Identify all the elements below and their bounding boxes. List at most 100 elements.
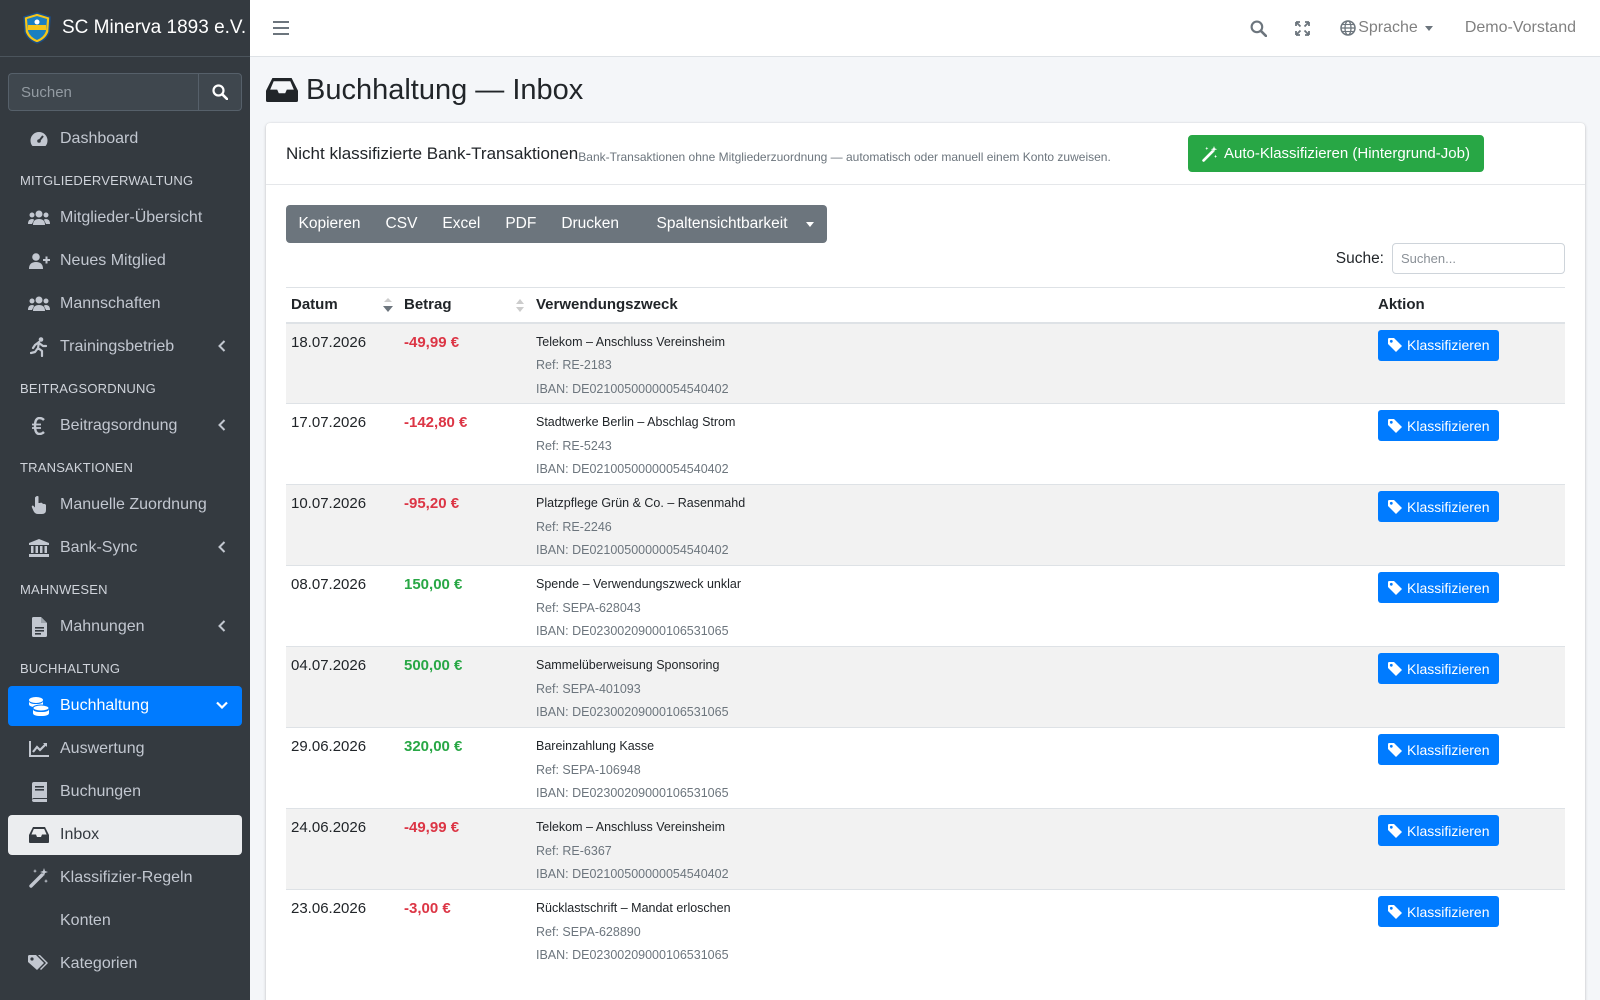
sidebar-item-teams[interactable]: Mannschaften — [8, 284, 242, 324]
table-search: Suche: — [1336, 243, 1565, 274]
sidebar-item-fee-order[interactable]: Beitragsordnung — [8, 406, 242, 446]
sidebar-item-bank-sync[interactable]: Bank-Sync — [8, 528, 242, 568]
classify-button[interactable]: Klassifizieren — [1378, 896, 1500, 927]
cell-amount: -49,99 € — [399, 808, 531, 890]
purpose-iban: IBAN: DE02300209000106531065 — [536, 624, 729, 638]
classify-button[interactable]: Klassifizieren — [1378, 410, 1500, 441]
tag-icon-wrap — [1388, 580, 1402, 595]
cell-date: 17.07.2026 — [286, 403, 399, 485]
tag-icon — [1388, 661, 1402, 676]
sidebar-item-new-member[interactable]: Neues Mitglied — [8, 241, 242, 281]
chart-line-icon — [28, 739, 50, 759]
cell-amount: -142,80 € — [399, 403, 531, 485]
sidebar-search-button[interactable] — [198, 73, 242, 111]
csv-button[interactable]: CSV — [373, 205, 430, 243]
university-icon — [28, 538, 50, 558]
classify-button[interactable]: Klassifizieren — [1378, 491, 1500, 522]
club-logo-icon — [23, 12, 51, 44]
tag-icon — [1388, 418, 1402, 433]
sidebar-item-bookings[interactable]: Buchungen — [8, 772, 242, 812]
sidebar-item-label: Bank-Sync — [60, 539, 138, 556]
caret-down-icon — [1424, 25, 1433, 31]
sidebar-item-label: Inbox — [60, 826, 100, 843]
purpose-ref: Ref: RE-5243 — [536, 438, 612, 453]
table-row: 04.07.2026 500,00 € Sammelüberweisung Spon… — [286, 646, 1565, 728]
cell-action: Klassifizieren — [1373, 727, 1565, 809]
main-content: Buchhaltung — Inbox Nicht klassifizierte… — [250, 57, 1600, 1000]
purpose-iban: IBAN: DE02300209000106531065 — [536, 705, 729, 719]
sidebar-item-training[interactable]: Trainingsbetrieb — [8, 327, 242, 367]
user-menu[interactable]: Demo-Vorstand — [1465, 19, 1576, 37]
hand-pointer-icon — [28, 495, 50, 515]
classify-button[interactable]: Klassifizieren — [1378, 653, 1500, 684]
classify-button[interactable]: Klassifizieren — [1378, 329, 1500, 361]
classify-button[interactable]: Klassifizieren — [1378, 734, 1500, 765]
purpose-ref: Ref: RE-2183 — [536, 358, 612, 372]
pdf-button[interactable]: PDF — [493, 205, 549, 243]
column-visibility-button[interactable]: Spaltensichtbarkeit — [632, 205, 827, 243]
classify-button[interactable]: Klassifizieren — [1378, 815, 1500, 846]
sidebar-item-manual-assign[interactable]: Manuelle Zuordnung — [8, 485, 242, 525]
sidebar-item-members-overview[interactable]: Mitglieder-Übersicht — [8, 198, 242, 238]
column-header-amount[interactable]: Betrag — [399, 287, 531, 324]
brand-link[interactable]: SC Minerva 1893 e.V. — [0, 0, 250, 57]
column-header-label: Datum — [291, 296, 338, 314]
sidebar-item-accounts[interactable]: Konten — [8, 901, 242, 941]
navbar-search-button[interactable] — [1250, 20, 1268, 37]
chevron-left-icon — [218, 419, 226, 431]
tag-icon-wrap — [1388, 338, 1402, 352]
sidebar-item-reminders[interactable]: Mahnungen — [8, 607, 242, 647]
table-row: 18.07.2026 -49,99 € Telekom – Anschluss Ve… — [286, 322, 1565, 404]
expand-arrows-icon — [1295, 20, 1311, 36]
nav-header-transactions: Transaktionen — [20, 459, 134, 475]
table-search-input[interactable] — [1392, 243, 1565, 274]
sidebar-item-accounting[interactable]: Buchhaltung — [8, 686, 242, 726]
language-dropdown[interactable]: Sprache — [1340, 19, 1433, 37]
classify-button[interactable]: Klassifizieren — [1378, 572, 1500, 603]
table-row: 24.06.2026 -49,99 € Telekom – Anschluss Ve… — [286, 808, 1565, 890]
sidebar-search-input[interactable] — [8, 73, 198, 111]
purpose-text: Sammelüberweisung Sponsoring — [536, 658, 720, 672]
sidebar-item-label: Manuelle Zuordnung — [60, 496, 207, 513]
purpose-text: Rücklastschrift – Mandat erloschen — [536, 901, 731, 915]
table-row: 29.06.2026 320,00 € Bareinzahlung Kasse Ref… — [286, 727, 1565, 809]
cell-purpose: Telekom – Anschluss Vereinsheim Ref: RE-2… — [531, 322, 1373, 404]
classify-label: Klassifizieren — [1407, 498, 1490, 515]
brand-text: SC Minerva 1893 e.V. — [62, 17, 247, 38]
export-button-group: Kopieren CSV Excel PDF Drucken Spaltensi… — [286, 205, 827, 243]
tag-icon-wrap — [1388, 418, 1402, 433]
chevron-down-icon — [216, 701, 228, 709]
tag-icon-wrap — [1388, 823, 1402, 838]
column-header-date[interactable]: Datum — [286, 287, 399, 324]
sidebar-item-evaluation[interactable]: Auswertung — [8, 729, 242, 769]
print-button[interactable]: Drucken — [549, 205, 632, 243]
sort-icon — [516, 299, 524, 312]
classify-label: Klassifizieren — [1407, 337, 1490, 353]
nav-header-fees: Beitragsordnung — [20, 380, 156, 396]
classify-label: Klassifizieren — [1407, 822, 1490, 839]
sidebar-item-label: Mitglieder-Übersicht — [60, 209, 203, 226]
purpose-iban: IBAN: DE02100500000054540402 — [536, 543, 729, 557]
page-title: Buchhaltung — Inbox — [306, 73, 584, 106]
classify-label: Klassifizieren — [1407, 579, 1490, 596]
purpose-ref: Ref: SEPA-628043 — [536, 600, 641, 615]
sidebar-item-inbox[interactable]: Inbox — [8, 815, 242, 855]
purpose-text: Spende – Verwendungszweck unklar — [536, 577, 741, 591]
cell-amount: -3,00 € — [399, 889, 531, 971]
search-icon — [212, 84, 228, 100]
sidebar-item-dashboard[interactable]: Dashboard — [8, 119, 242, 159]
purpose-ref: Ref: RE-6367 — [536, 843, 612, 858]
sidebar-item-label: Beitragsordnung — [60, 417, 178, 434]
copy-button[interactable]: Kopieren — [286, 205, 373, 243]
sidebar-item-class-rules[interactable]: Klassifizier-Regeln — [8, 858, 242, 898]
classify-label: Klassifizieren — [1407, 660, 1490, 677]
purpose-text: Platzpflege Grün & Co. – Rasenmahd — [536, 496, 746, 510]
inbox-icon — [266, 78, 298, 102]
purpose-ref: Ref: SEPA-401093 — [536, 681, 641, 696]
sidebar-item-categories[interactable]: Kategorien — [8, 944, 242, 984]
users-icon — [28, 208, 50, 228]
excel-button[interactable]: Excel — [430, 205, 493, 243]
hamburger-menu-icon[interactable] — [272, 21, 290, 35]
auto-classify-button[interactable]: Auto-Klassifizieren (Hintergrund-Job) — [1188, 135, 1484, 172]
fullscreen-button[interactable] — [1295, 20, 1311, 36]
